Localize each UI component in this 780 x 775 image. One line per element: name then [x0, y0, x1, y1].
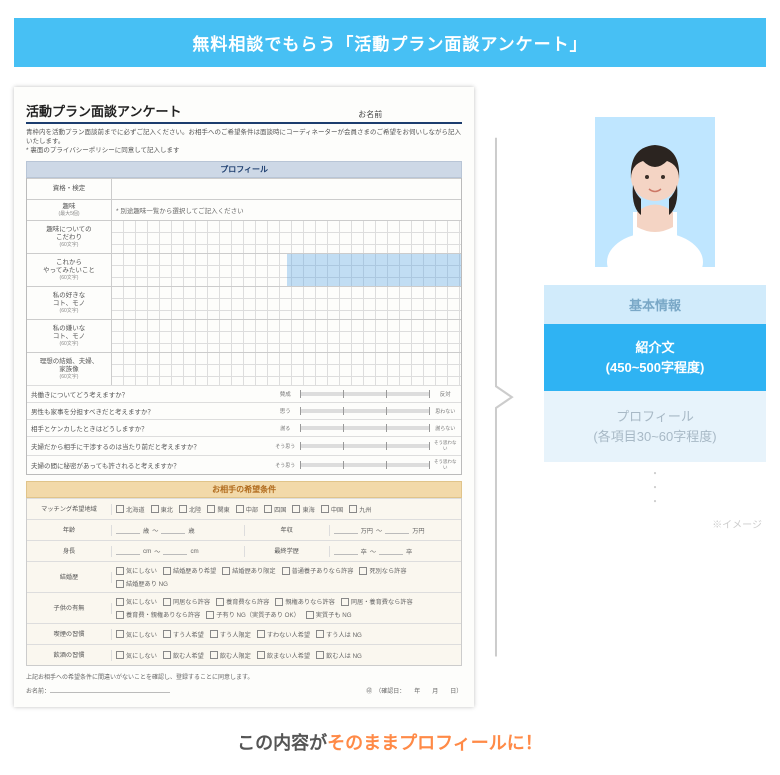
region-options: 北海道東北北陸関東中部四国東海中国九州: [112, 503, 461, 516]
checkbox-option[interactable]: 気にしない: [116, 630, 157, 639]
smoke-label: 喫煙の習慣: [27, 629, 112, 640]
checkbox-option[interactable]: 飲まない人希望: [257, 651, 310, 660]
checkbox-option[interactable]: 死別なら許容: [359, 566, 406, 575]
slider-q4: 夫婦だから相手に干渉するのは当たり前だと考えますか？: [31, 441, 273, 451]
sheet-note: 青枠内を活動プラン面談前までに必ずご記入ください。お相手へのご希望条件は面談時に…: [26, 128, 462, 155]
right-column: 基本情報 紹介文 (450~500字程度) プロフィール (各項目30~60字程…: [544, 87, 766, 531]
slider-q2: 男性も家事を分担すべきだと考えますか？: [31, 406, 273, 416]
checkbox-option[interactable]: 親権ありなら許容: [275, 597, 335, 606]
card-basic-info: 基本情報: [544, 285, 766, 324]
content-row: 活動プラン面談アンケート お名前 青枠内を活動プラン面談前までに必ずご記入くださ…: [0, 67, 780, 717]
sheet-footer: 上記お相手への希望条件に間違いがないことを確認し、登録することに同意します。 お…: [26, 672, 462, 695]
checkbox-option[interactable]: 普通養子ありなら許容: [282, 566, 354, 575]
slider-q3: 相手とケンカしたときはどうしますか？: [31, 423, 273, 433]
checkbox-option[interactable]: すわない人希望: [257, 630, 310, 639]
row-future: これから やってみたいこと(60文字): [27, 254, 112, 286]
checkbox-option[interactable]: 東海: [292, 505, 314, 514]
checkbox-option[interactable]: すう人限定: [210, 630, 251, 639]
sheet-note-line1: 青枠内を活動プラン面談前までに必ずご記入ください。お相手へのご希望条件は面談時に…: [26, 128, 462, 146]
region-label: マッチング希望地域: [27, 504, 112, 515]
row-hobby-detail: 趣味についての こだわり(60文字): [27, 221, 112, 253]
checkbox-option[interactable]: 実質子も NG: [306, 610, 352, 619]
checkbox-option[interactable]: 北海道: [116, 505, 145, 514]
card-intro: 紹介文 (450~500字程度): [544, 324, 766, 391]
checkbox-option[interactable]: 同居・養育費なら許容: [341, 597, 413, 606]
income-label: 年収: [244, 525, 330, 536]
checkbox-option[interactable]: 東北: [151, 505, 173, 514]
header-banner: 無料相談でもらう「活動プラン面談アンケート」: [14, 18, 766, 67]
age-label: 年齢: [27, 525, 112, 536]
checkbox-option[interactable]: 養育費・親権ありなら許容: [116, 610, 200, 619]
checkbox-option[interactable]: 気にしない: [116, 651, 157, 660]
card-profile: プロフィール (各項目30~60字程度): [544, 391, 766, 462]
ellipsis-dots-icon: ・・・: [650, 468, 660, 510]
sheet-note-line2: * 裏面のプライバシーポリシーに同意して記入します: [26, 146, 462, 155]
row-dislike: 私の嫌いな コト、モノ(60文字): [27, 320, 112, 352]
slider-q1: 共働きについてどう考えますか？: [31, 389, 273, 399]
checkbox-option[interactable]: 飲む人希望: [163, 651, 204, 660]
checkbox-option[interactable]: 結婚歴あり希望: [163, 566, 216, 575]
row-hobby: 趣味(最大5個): [27, 200, 112, 220]
height-label: 身長: [27, 546, 112, 557]
checkbox-option[interactable]: 結婚歴あり限定: [222, 566, 275, 575]
questionnaire-sheet: 活動プラン面談アンケート お名前 青枠内を活動プラン面談前までに必ずご記入くださ…: [14, 87, 474, 707]
checkbox-option[interactable]: すう人は NG: [316, 630, 362, 639]
checkbox-option[interactable]: 北陸: [179, 505, 201, 514]
row-qualification: 資格・検定: [27, 179, 112, 199]
footer-caption: この内容がそのままプロフィールに！: [0, 717, 780, 775]
checkbox-option[interactable]: 気にしない: [116, 597, 157, 606]
partner-section-header: お相手の希望条件: [26, 481, 462, 498]
marriage-label: 結婚歴: [27, 572, 112, 583]
slider-q5: 夫婦の間に秘密があっても許されると考えますか？: [31, 460, 273, 470]
child-label: 子供の有無: [27, 603, 112, 614]
profile-table: 資格・検定 趣味(最大5個)* 別途趣味一覧から選択してご記入ください 趣味につ…: [26, 178, 462, 475]
image-note: ※イメージ: [712, 516, 762, 531]
checkbox-option[interactable]: 養育費なら許容: [216, 597, 269, 606]
stamp-icon: ㊞: [366, 686, 372, 695]
row-ideal: 理想の結婚、夫婦、 家族像(60文字): [27, 353, 112, 385]
checkbox-option[interactable]: 中国: [321, 505, 343, 514]
footer-note: 上記お相手への希望条件に間違いがないことを確認し、登録することに同意します。: [26, 672, 253, 681]
checkbox-option[interactable]: 同居なら許容: [163, 597, 210, 606]
hobby-note: * 別途趣味一覧から選択してご記入ください: [112, 200, 461, 220]
checkbox-option[interactable]: 結婚歴あり NG: [116, 579, 168, 588]
checkbox-option[interactable]: 子有り NG（実質子あり OK）: [206, 610, 300, 619]
checkbox-option[interactable]: 関東: [207, 505, 229, 514]
partner-table: マッチング希望地域 北海道東北北陸関東中部四国東海中国九州 年齢 歳〜歳 年収 …: [26, 498, 462, 666]
checkbox-option[interactable]: 四国: [264, 505, 286, 514]
profile-photo: [595, 117, 715, 267]
checkbox-option[interactable]: 中部: [236, 505, 258, 514]
checkbox-option[interactable]: すう人希望: [163, 630, 204, 639]
bracket-arrow-icon: [494, 127, 524, 667]
profile-section-header: プロフィール: [26, 161, 462, 178]
checkbox-option[interactable]: 気にしない: [116, 566, 157, 575]
sheet-title: 活動プラン面談アンケート: [26, 101, 181, 120]
row-like: 私の好きな コト、モノ(60文字): [27, 287, 112, 319]
drink-label: 飲酒の習慣: [27, 650, 112, 661]
name-field-label: お名前: [358, 109, 462, 120]
checkbox-option[interactable]: 飲む人は NG: [316, 651, 362, 660]
checkbox-option[interactable]: 飲む人限定: [210, 651, 251, 660]
edu-label: 最終学歴: [244, 546, 330, 557]
checkbox-option[interactable]: 九州: [349, 505, 371, 514]
confirm-date: （確認日： 年 月 日）: [375, 686, 462, 695]
